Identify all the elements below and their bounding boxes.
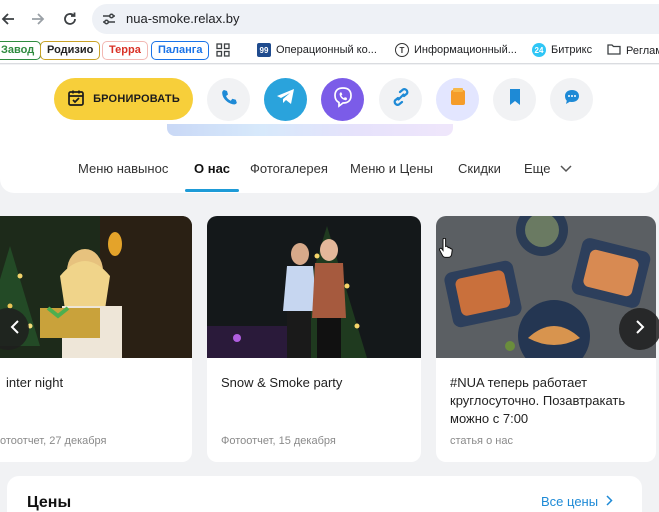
url-text: nua-smoke.relax.by: [126, 11, 240, 26]
folder-icon: [607, 43, 621, 58]
chat-button[interactable]: [550, 78, 593, 121]
bookmark-zavod[interactable]: Завод: [0, 41, 42, 60]
hand-cursor-icon: [438, 237, 453, 263]
bitrix-icon: 24: [532, 43, 546, 57]
card-title: Snow & Smoke party: [221, 375, 343, 390]
bookmark-reglam[interactable]: Реглам: [607, 43, 659, 58]
tab-discounts[interactable]: Скидки: [458, 161, 501, 176]
chat-icon: [563, 88, 581, 111]
viber-button[interactable]: [321, 78, 364, 121]
bookmark-operational[interactable]: 99 Операционный ко...: [257, 43, 377, 57]
tab-menu-prices[interactable]: Меню и Цены: [350, 161, 433, 176]
section-tabs: Меню навынос О нас Фотогалерея Меню и Це…: [0, 157, 659, 193]
browser-toolbar: nua-smoke.relax.by: [0, 0, 659, 38]
card-title: #NUA теперь работает круглосуточно. Поза…: [450, 375, 626, 426]
card-meta: Фотоотчет, 15 декабря: [221, 435, 336, 447]
address-bar[interactable]: nua-smoke.relax.by: [92, 4, 659, 34]
nines-icon: 99: [257, 43, 271, 57]
bookmarks-bar: Завод Родизио Терра Паланга 99 Операцион…: [0, 38, 659, 64]
news-card[interactable]: Snow & Smoke party Фотоотчет, 15 декабря: [207, 216, 421, 462]
apps-grid-icon[interactable]: [216, 43, 230, 57]
link-icon: [392, 88, 410, 111]
certificate-button[interactable]: [436, 78, 479, 121]
card-photo: [207, 216, 421, 358]
calendar-icon: [67, 89, 85, 110]
bookmark-icon: [508, 88, 522, 111]
carousel-next-button[interactable]: [619, 308, 659, 350]
phone-icon: [220, 88, 238, 111]
site-settings-icon[interactable]: [101, 11, 117, 32]
forward-icon[interactable]: [28, 9, 48, 29]
card-meta: статья о нас: [450, 435, 513, 447]
prices-heading: Цены: [27, 494, 72, 511]
tab-photo-gallery[interactable]: Фотогалерея: [250, 161, 328, 176]
link-button[interactable]: [379, 78, 422, 121]
bookmark-button[interactable]: [493, 78, 536, 121]
book-button[interactable]: БРОНИРОВАТЬ: [54, 78, 193, 120]
tab-more[interactable]: Еще: [524, 161, 572, 176]
bookmark-rodizio[interactable]: Родизио: [40, 41, 101, 60]
chevron-down-icon: [560, 161, 572, 176]
reload-icon[interactable]: [60, 9, 80, 29]
t-circle-icon: T: [395, 43, 409, 57]
chevron-right-icon: [606, 494, 613, 509]
card-title: inter night: [6, 375, 64, 390]
all-prices-link[interactable]: Все цены: [541, 494, 613, 509]
gradient-divider: [167, 124, 453, 136]
tab-about[interactable]: О нас: [194, 161, 230, 176]
active-tab-indicator: [185, 189, 239, 192]
card-photo: [0, 216, 192, 358]
bookmark-terra[interactable]: Терра: [102, 41, 148, 60]
header-card: БРОНИРОВАТЬ Меню навынос О нас Фотогалер…: [0, 65, 659, 193]
chevron-left-icon: [10, 319, 20, 340]
tab-takeaway-menu[interactable]: Меню навынос: [78, 161, 168, 176]
telegram-icon: [276, 88, 296, 111]
telegram-button[interactable]: [264, 78, 307, 121]
bookmark-palanga[interactable]: Паланга: [151, 41, 210, 60]
back-icon[interactable]: [0, 9, 18, 29]
bookmark-bitrix[interactable]: 24 Битрикс: [532, 43, 592, 57]
chevron-right-icon: [635, 319, 645, 340]
card-icon: [449, 87, 467, 112]
viber-icon: [332, 86, 354, 113]
phone-button[interactable]: [207, 78, 250, 121]
card-meta: отоотчет, 27 декабря: [0, 435, 107, 447]
news-card[interactable]: inter night отоотчет, 27 декабря: [0, 216, 192, 462]
prices-section: Цены Все цены: [7, 476, 642, 512]
page-content: БРОНИРОВАТЬ Меню навынос О нас Фотогалер…: [0, 65, 659, 512]
bookmark-informational[interactable]: T Информационный...: [395, 43, 517, 57]
